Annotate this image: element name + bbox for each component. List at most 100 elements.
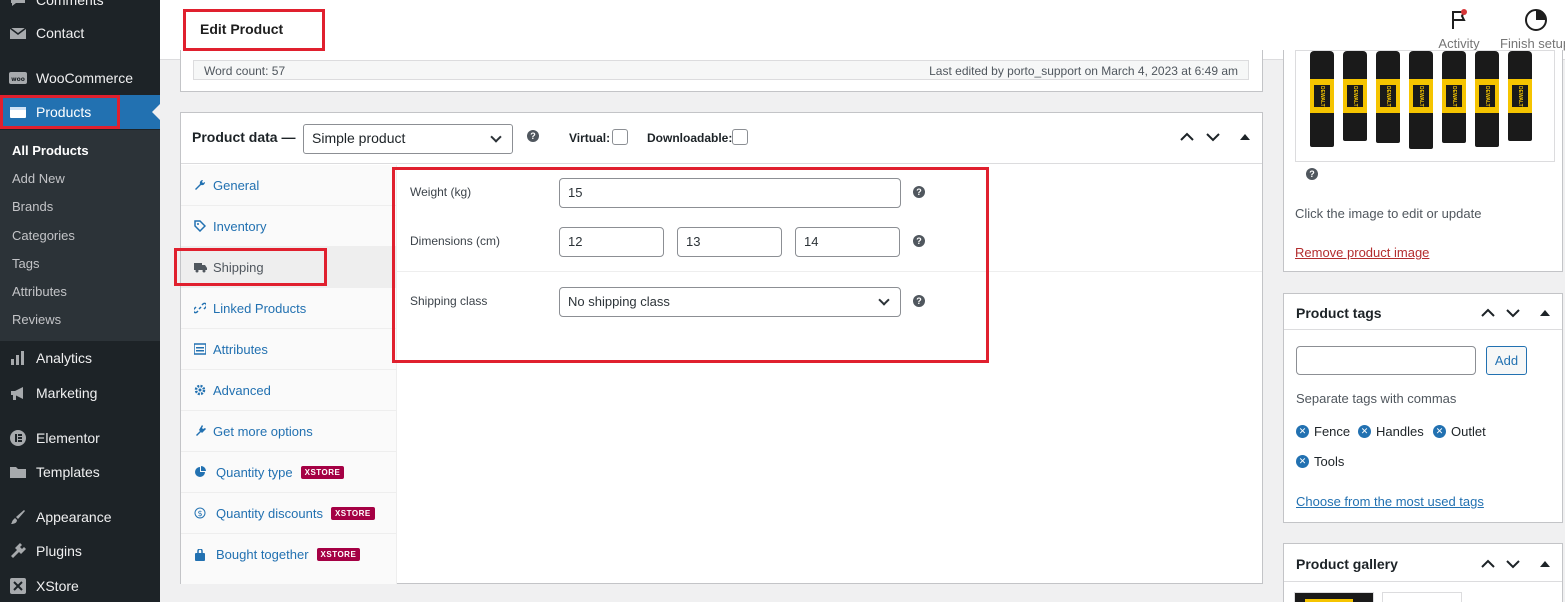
product-data-tabs: General Inventory Shipping Linked Produc… (181, 165, 397, 584)
flag-icon (1452, 9, 1467, 29)
sidebar-item-analytics[interactable]: Analytics (0, 341, 160, 375)
sidebar-item-label: Products (36, 104, 92, 120)
word-count-bar: Word count: 57 Last edited by porto_supp… (193, 60, 1249, 80)
xstore-icon (8, 576, 28, 596)
length-input[interactable]: 12 (559, 227, 664, 257)
shipping-class-select[interactable]: No shipping class (559, 287, 901, 317)
collapse-toggle-icon[interactable] (1540, 560, 1550, 568)
tags-hint: Separate tags with commas (1296, 391, 1457, 406)
divider (397, 271, 1262, 272)
sidebar-item-appearance[interactable]: Appearance (0, 500, 160, 534)
tag-label: Fence (1314, 424, 1351, 439)
xstore-badge: XSTORE (316, 548, 361, 561)
help-icon[interactable]: ? (527, 130, 539, 142)
gallery-thumbnail[interactable] (1294, 592, 1374, 602)
most-used-tags-link[interactable]: Choose from the most used tags (1296, 494, 1484, 509)
pie-icon (193, 466, 207, 478)
shipping-class-label: Shipping class (410, 294, 488, 308)
tab-linked-products[interactable]: Linked Products (181, 288, 397, 329)
activity-button[interactable]: Activity (1434, 8, 1484, 51)
tab-label: Advanced (213, 382, 271, 398)
tab-label: Bought together (216, 547, 309, 562)
remove-tag-icon[interactable]: ✕ (1358, 425, 1371, 438)
virtual-checkbox[interactable] (612, 129, 628, 145)
weight-label: Weight (kg) (410, 185, 472, 199)
sidebar-item-templates[interactable]: Templates (0, 455, 160, 489)
tab-label: Quantity discounts (216, 505, 323, 521)
tab-label: General (213, 177, 260, 193)
tab-general[interactable]: General (181, 165, 397, 206)
gallery-thumbnail[interactable] (1382, 592, 1462, 602)
sidebar-item-woocommerce[interactable]: woo WooCommerce (0, 61, 160, 95)
tab-advanced[interactable]: Advanced (181, 370, 397, 411)
downloadable-checkbox[interactable] (732, 129, 748, 145)
svg-text:$: $ (197, 509, 202, 518)
new-tag-input[interactable] (1296, 346, 1476, 375)
sidebar-item-label: Appearance (36, 509, 112, 525)
submenu-add-new[interactable]: Add New (12, 171, 65, 186)
remove-tag-icon[interactable]: ✕ (1433, 425, 1446, 438)
screwdriver-image: DEWALT (1376, 51, 1400, 143)
move-down-icon[interactable] (1506, 559, 1520, 569)
tab-bought-together[interactable]: Bought together XSTORE (181, 534, 397, 575)
tab-label: Shipping (213, 259, 264, 275)
submenu-tags[interactable]: Tags (12, 256, 39, 271)
screwdriver-image: DEWALT (1343, 51, 1367, 141)
weight-input[interactable]: 15 (559, 178, 901, 208)
help-icon[interactable]: ? (913, 295, 925, 307)
tab-quantity-discounts[interactable]: $ Quantity discounts XSTORE (181, 493, 397, 534)
tab-quantity-type[interactable]: Quantity type XSTORE (181, 452, 397, 493)
sidebar-item-xstore[interactable]: XStore (0, 569, 160, 602)
product-image[interactable]: DEWALT DEWALT DEWALT DEWALT DEWALT DEWAL… (1295, 50, 1555, 162)
product-type-value: Simple product (312, 130, 406, 146)
finish-setup-button[interactable]: Finish setup (1500, 8, 1565, 51)
height-input[interactable]: 14 (795, 227, 900, 257)
sidebar-item-comments[interactable]: Comments (0, 0, 160, 17)
help-icon[interactable]: ? (913, 186, 925, 198)
truck-icon (193, 261, 207, 273)
help-icon[interactable]: ? (1306, 168, 1318, 180)
collapse-toggle-icon[interactable] (1540, 309, 1550, 317)
tag-icon (193, 220, 207, 232)
sidebar-item-contact[interactable]: Contact (0, 16, 160, 50)
comments-icon (8, 0, 28, 10)
sidebar-item-elementor[interactable]: Elementor (0, 421, 160, 455)
sidebar-item-products[interactable]: Products (0, 95, 160, 129)
remove-image-link[interactable]: Remove product image (1295, 245, 1429, 260)
product-type-select[interactable]: Simple product (303, 124, 513, 154)
link-icon (193, 302, 207, 314)
width-input[interactable]: 13 (677, 227, 782, 257)
xstore-badge: XSTORE (300, 465, 345, 479)
add-tag-button[interactable]: Add (1486, 346, 1527, 375)
tab-attributes[interactable]: Attributes (181, 329, 397, 370)
last-edited: Last edited by porto_support on March 4,… (929, 64, 1238, 78)
move-down-icon[interactable] (1506, 308, 1520, 318)
sidebar-item-label: Marketing (36, 385, 98, 401)
move-down-icon[interactable] (1206, 132, 1220, 142)
tag-label: Handles (1376, 424, 1424, 439)
submenu-categories[interactable]: Categories (12, 228, 75, 243)
sidebar-item-marketing[interactable]: Marketing (0, 376, 160, 410)
collapse-toggle-icon[interactable] (1240, 133, 1250, 141)
remove-tag-icon[interactable]: ✕ (1296, 425, 1309, 438)
sidebar-item-label: Plugins (36, 543, 82, 559)
tab-inventory[interactable]: Inventory (181, 206, 397, 247)
sidebar-item-label: WooCommerce (36, 70, 133, 86)
gear-icon (193, 384, 207, 396)
remove-tag-icon[interactable]: ✕ (1296, 455, 1309, 468)
move-up-icon[interactable] (1180, 132, 1194, 142)
tab-get-more-options[interactable]: Get more options (181, 411, 397, 452)
submenu-attributes[interactable]: Attributes (12, 284, 67, 299)
tab-shipping[interactable]: Shipping (181, 247, 397, 288)
sidebar-item-plugins[interactable]: Plugins (0, 534, 160, 568)
screwdriver-image: DEWALT (1310, 51, 1334, 147)
submenu-all-products[interactable]: All Products (12, 143, 89, 158)
submenu-brands[interactable]: Brands (12, 199, 53, 214)
svg-text:woo: woo (11, 76, 25, 83)
move-up-icon[interactable] (1481, 559, 1495, 569)
image-edit-hint: Click the image to edit or update (1295, 206, 1482, 221)
brand-label: DEWALT (1446, 85, 1462, 107)
help-icon[interactable]: ? (913, 235, 925, 247)
move-up-icon[interactable] (1481, 308, 1495, 318)
submenu-reviews[interactable]: Reviews (12, 312, 61, 327)
